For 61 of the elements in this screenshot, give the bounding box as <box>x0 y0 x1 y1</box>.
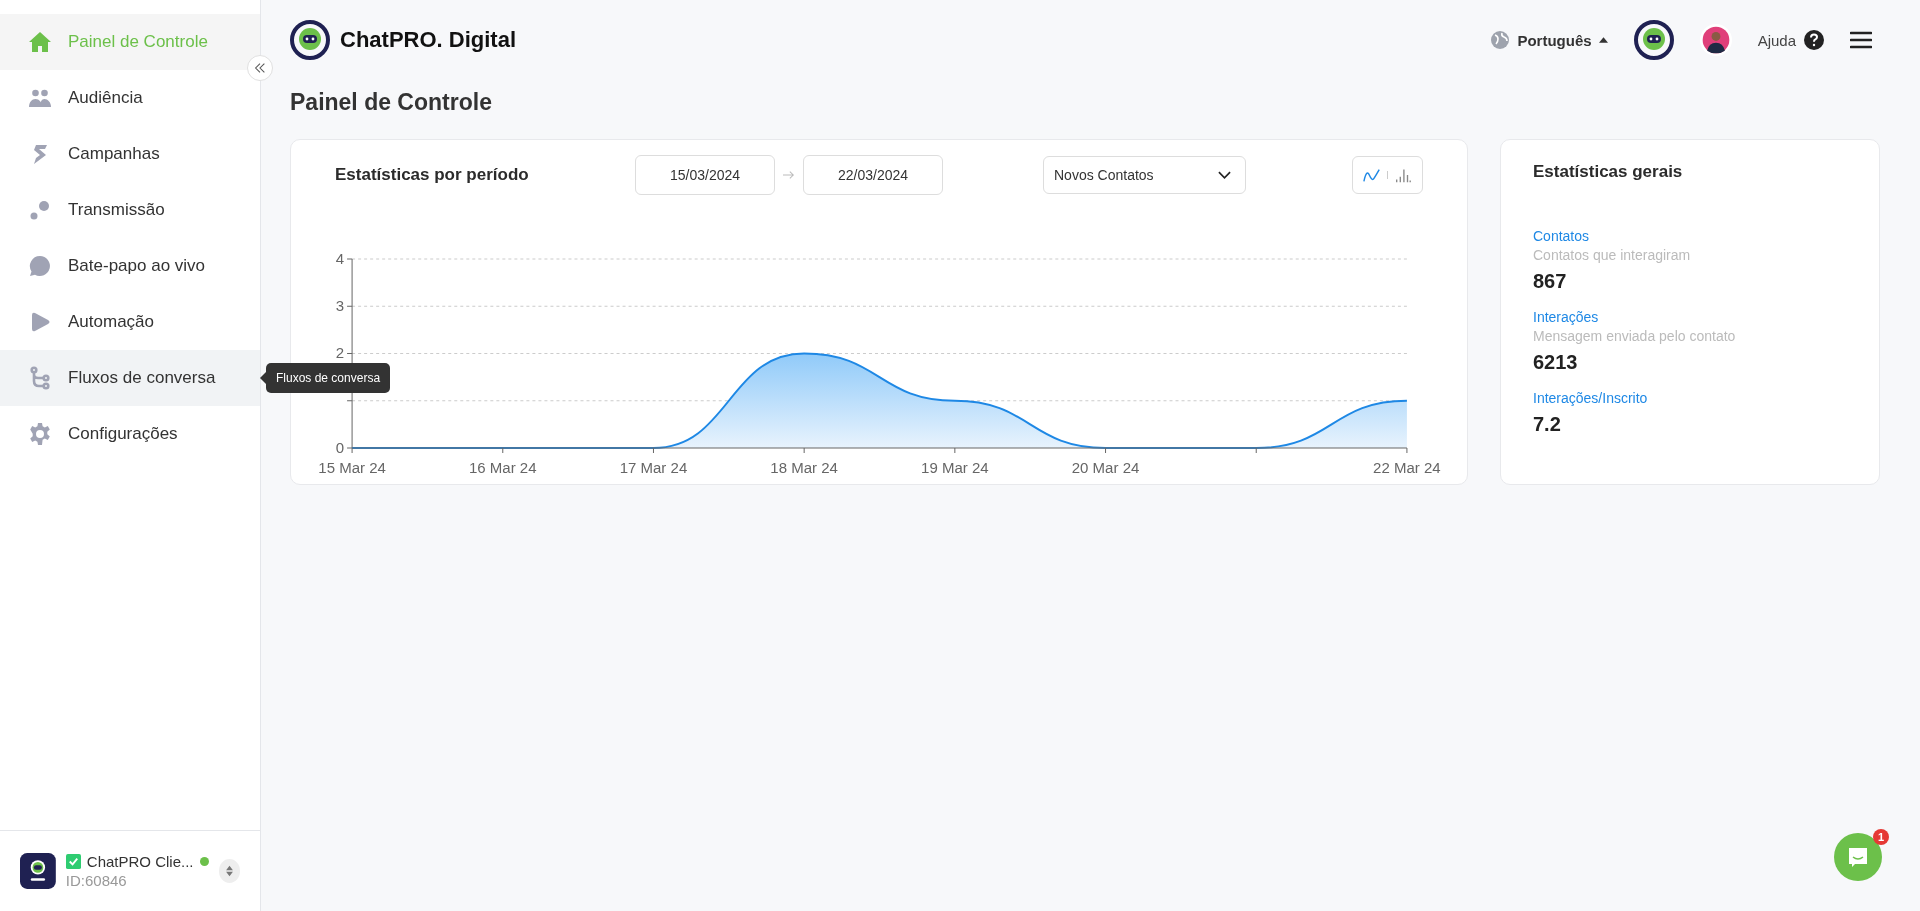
sidebar-item[interactable]: Campanhas <box>0 126 260 182</box>
help-icon <box>1804 30 1824 50</box>
card-title: Estatísticas gerais <box>1533 162 1684 182</box>
brand-name: ChatPRO. Digital <box>340 27 516 53</box>
sidebar-item[interactable]: Automação <box>0 294 260 350</box>
axis-label: 0 <box>335 439 345 456</box>
sidebar-item[interactable]: Fluxos de conversa <box>0 350 260 406</box>
bot-logo-icon <box>290 20 330 60</box>
axis-label: 19 Mar 24 <box>921 459 989 476</box>
chat-bubble-icon <box>28 254 52 278</box>
notification-badge: 1 <box>1873 829 1889 845</box>
date-field[interactable]: 15/03/2024 <box>635 155 775 195</box>
caret-up-icon <box>1598 37 1608 43</box>
sidebar-item[interactable]: Transmissão <box>0 182 260 238</box>
axis-label: 20 Mar 24 <box>1071 459 1140 476</box>
home-icon <box>28 30 52 54</box>
arrow-right-icon <box>783 170 795 180</box>
tooltip: Fluxos de conversa <box>266 363 391 393</box>
bot-avatar-icon[interactable] <box>1633 20 1674 60</box>
stat-value: 7.2 <box>1533 413 1562 436</box>
collapse-button[interactable] <box>247 55 273 81</box>
language-selector[interactable]: Português <box>1490 30 1608 50</box>
stat-label: Contatos <box>1533 228 1591 244</box>
axis-label: 4 <box>335 250 345 267</box>
axis-label: 15 Mar 24 <box>318 459 386 476</box>
card-title: Estatísticas por período <box>335 165 530 185</box>
menu-icon[interactable] <box>1850 30 1872 50</box>
chevron-down-icon <box>1218 171 1231 179</box>
help-button[interactable]: Ajuda <box>1757 30 1824 50</box>
user-avatar[interactable] <box>1699 24 1732 56</box>
axis-label: 16 Mar 24 <box>468 459 537 476</box>
stat-label: Interações <box>1533 309 1600 325</box>
stat-label: Interações/Inscrito <box>1533 390 1649 406</box>
account-switch-button[interactable] <box>218 859 240 883</box>
axis-label: 2 <box>335 344 345 362</box>
metric-dropdown[interactable]: Novos Contatos <box>1043 156 1246 194</box>
axis-label: 3 <box>335 297 345 315</box>
stat-value: 6213 <box>1533 351 1579 374</box>
dots-icon <box>28 198 52 222</box>
sidebar-item[interactable]: Configurações <box>0 406 260 462</box>
axis-label: 22 Mar 24 <box>1373 459 1441 476</box>
sidebar-item[interactable]: Audiência <box>0 70 260 126</box>
flow-icon <box>28 366 52 390</box>
stat-value: 867 <box>1533 270 1568 293</box>
axis-label: 18 Mar 24 <box>770 459 838 476</box>
stat-description: Mensagem enviada pelo contato <box>1533 328 1737 344</box>
account-id: ID:60846 <box>65 872 128 889</box>
bot-logo-icon <box>20 851 56 891</box>
axis-label: 17 Mar 24 <box>619 459 688 476</box>
up-down-icon <box>224 865 234 877</box>
chat-widget-button[interactable] <box>1834 833 1882 881</box>
date-field[interactable]: 22/03/2024 <box>803 155 943 195</box>
account-name: ChatPRO Clie... <box>86 853 194 870</box>
stat-description: Contatos que interagiram <box>1533 247 1692 263</box>
globe-icon <box>1490 30 1511 50</box>
chat-icon <box>1846 845 1870 869</box>
page-title: Painel de Controle <box>290 88 493 117</box>
tooltip-arrow-icon <box>260 372 266 384</box>
double-chevron-icon <box>253 61 267 75</box>
settings-icon <box>28 422 52 446</box>
sidebar-item[interactable]: Bate-papo ao vivo <box>0 238 260 294</box>
